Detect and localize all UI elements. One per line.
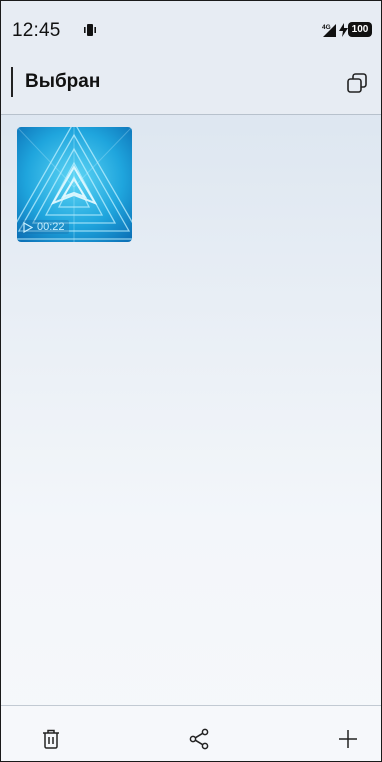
video-thumbnail[interactable]: 00:22 <box>17 127 132 242</box>
duration-badge: 00:22 <box>20 220 69 234</box>
status-time: 12:45 <box>12 20 61 41</box>
plus-icon[interactable] <box>336 727 360 751</box>
vibrate-icon <box>84 24 96 36</box>
screen: 12:45 4G 100 Выбран 00:22 <box>0 0 382 762</box>
battery-level: 100 <box>351 24 369 35</box>
play-icon <box>23 221 33 233</box>
battery-icon: 100 <box>348 22 372 37</box>
copy-icon[interactable] <box>345 71 369 95</box>
trash-icon[interactable] <box>39 727 63 751</box>
status-bar: 12:45 4G 100 <box>1 1 381 47</box>
share-icon[interactable] <box>187 727 211 751</box>
video-duration: 00:22 <box>37 221 65 233</box>
page-title: Выбран <box>25 71 101 92</box>
charging-icon <box>339 23 348 37</box>
svg-text:4G: 4G <box>322 24 331 31</box>
media-grid: 00:22 <box>17 127 132 242</box>
text-cursor <box>11 67 13 97</box>
signal-icon: 4G <box>322 24 336 37</box>
